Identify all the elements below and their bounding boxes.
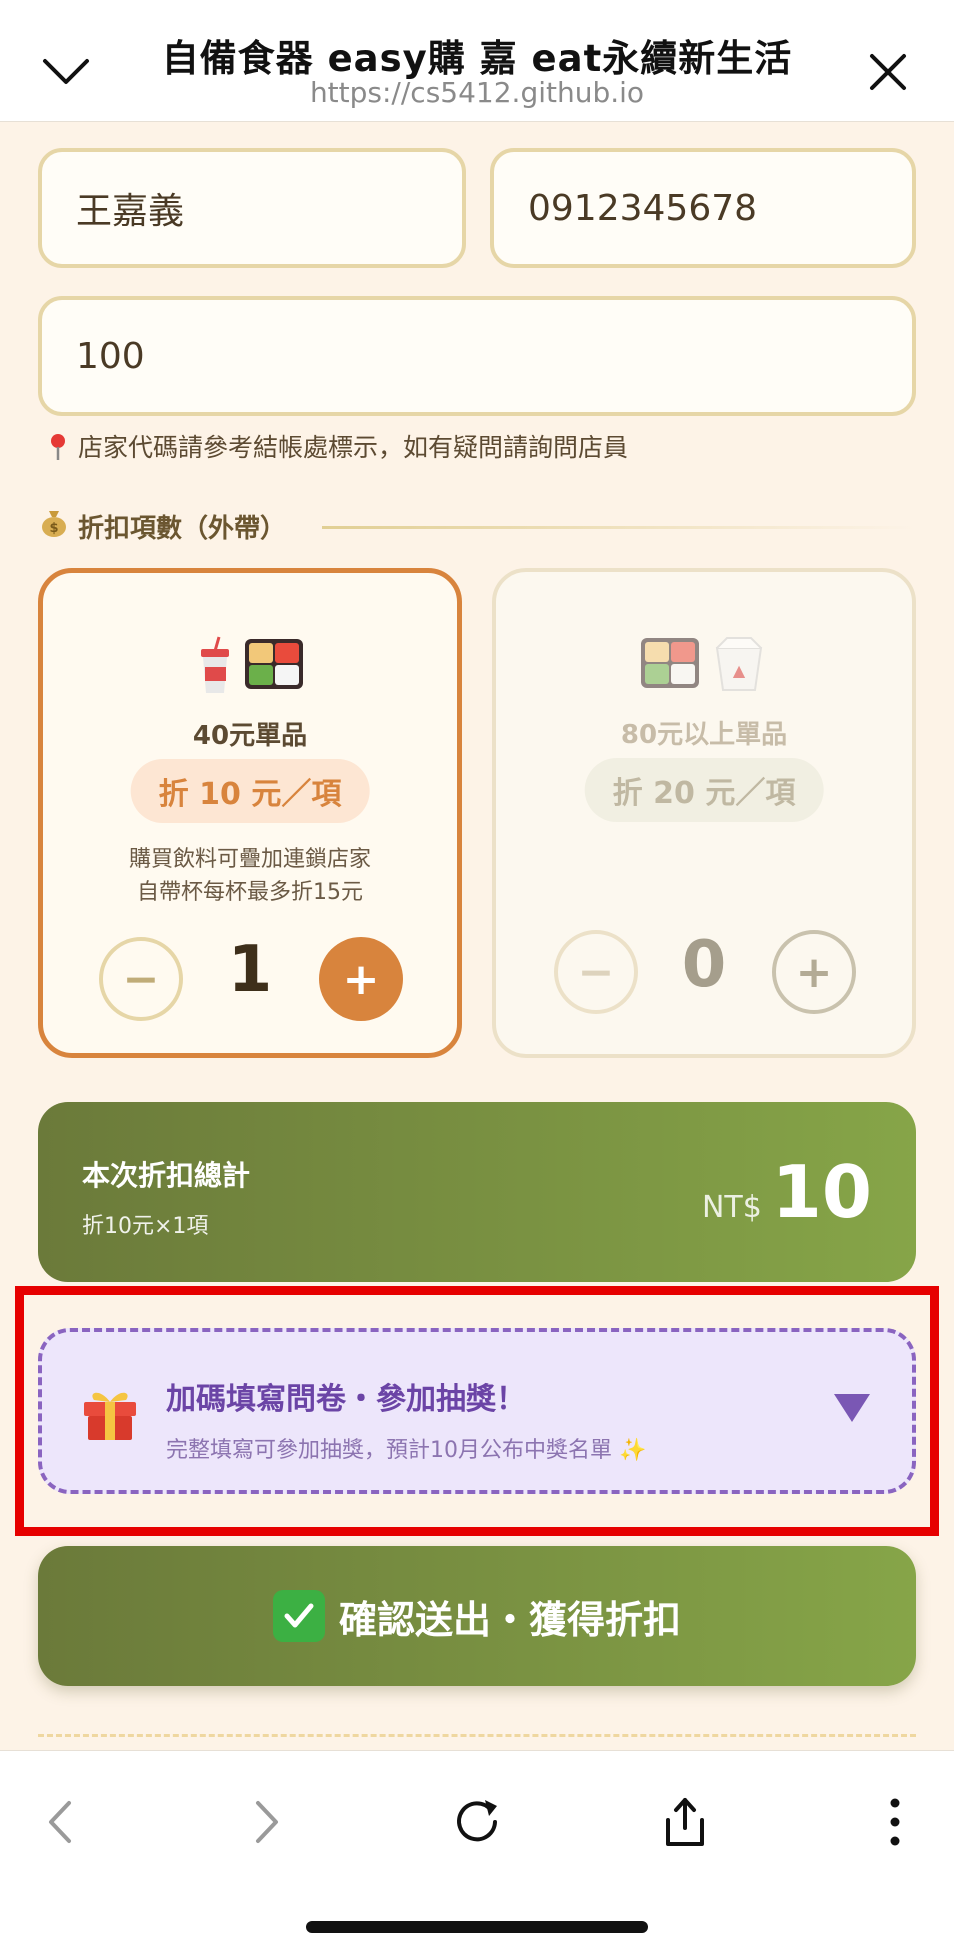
decrement-button[interactable]: − bbox=[99, 937, 183, 1021]
hint-text: 店家代碼請參考結帳處標示，如有疑問請詢問店員 bbox=[78, 433, 629, 462]
takeout-box-icon: ▲ bbox=[709, 634, 769, 698]
phone-field[interactable] bbox=[490, 148, 916, 268]
survey-toggle[interactable]: 加碼填寫問卷・參加抽獎！ 完整填寫可參加抽獎，預計10月公布中獎名單 ✨ bbox=[38, 1328, 916, 1494]
name-field[interactable] bbox=[38, 148, 466, 268]
page-url: https://cs5412.github.io bbox=[309, 76, 645, 109]
store-code-field[interactable] bbox=[38, 296, 916, 416]
total-label: 本次折扣總計 bbox=[82, 1159, 251, 1192]
card-icons bbox=[43, 635, 457, 699]
discount-badge: 折 20 元／項 bbox=[584, 758, 824, 822]
discount-badge: 折 10 元／項 bbox=[130, 759, 370, 823]
survey-title: 加碼填寫問卷・參加抽獎！ bbox=[166, 1382, 526, 1417]
discount-card-80[interactable]: ▲ 80元以上單品 折 20 元／項 − 0 + bbox=[492, 568, 916, 1058]
section-divider bbox=[322, 526, 914, 529]
drink-cup-icon bbox=[195, 635, 235, 699]
home-indicator bbox=[306, 1921, 648, 1933]
money-bag-icon: $ bbox=[40, 508, 68, 545]
page-title: 自備食器 easy購 嘉 eat永續新生活 bbox=[161, 37, 793, 80]
more-icon[interactable] bbox=[860, 1787, 930, 1857]
section-title-text: 折扣項數（外帶） bbox=[78, 514, 287, 544]
pin-icon bbox=[48, 433, 68, 460]
browser-toolbar bbox=[0, 1750, 954, 1949]
share-icon[interactable] bbox=[650, 1787, 720, 1857]
page-content: 店家代碼請參考結帳處標示，如有疑問請詢問店員 $ 折扣項數（外帶） 40元單品 … bbox=[0, 122, 954, 1750]
quantity-value: 1 bbox=[227, 933, 273, 1007]
browser-header: 自備食器 easy購 嘉 eat永續新生活 https://cs5412.git… bbox=[0, 0, 954, 122]
name-input[interactable] bbox=[42, 152, 462, 264]
footer-divider bbox=[38, 1734, 916, 1737]
total-amount: NT$ 10 bbox=[702, 1150, 872, 1234]
bento-box-icon bbox=[639, 634, 701, 698]
increment-button[interactable]: + bbox=[772, 930, 856, 1014]
total-breakdown: 折10元×1項 bbox=[82, 1214, 209, 1239]
store-code-hint: 店家代碼請參考結帳處標示，如有疑問請詢問店員 bbox=[48, 428, 628, 464]
quantity-value: 0 bbox=[681, 928, 727, 1002]
bento-box-icon bbox=[243, 635, 305, 699]
total-value: 10 bbox=[771, 1150, 872, 1234]
discount-section-title: $ 折扣項數（外帶） bbox=[40, 508, 286, 545]
increment-button[interactable]: + bbox=[319, 937, 403, 1021]
svg-text:$: $ bbox=[49, 521, 58, 536]
survey-subtitle: 完整填寫可參加抽獎，預計10月公布中獎名單 ✨ bbox=[166, 1438, 647, 1463]
submit-label: 確認送出・獲得折扣 bbox=[338, 1597, 681, 1642]
card-icons: ▲ bbox=[496, 634, 912, 698]
expand-arrow-icon[interactable] bbox=[834, 1394, 870, 1422]
currency-label: NT$ bbox=[701, 1190, 762, 1225]
svg-text:▲: ▲ bbox=[733, 661, 746, 680]
card-desc-line: 自帶杯每杯最多折15元 bbox=[137, 880, 363, 905]
back-icon[interactable] bbox=[25, 1787, 95, 1857]
decrement-button[interactable]: − bbox=[554, 930, 638, 1014]
submit-button[interactable]: 確認送出・獲得折扣 bbox=[38, 1546, 916, 1686]
check-icon bbox=[272, 1590, 325, 1642]
reload-icon[interactable] bbox=[442, 1787, 512, 1857]
phone-input[interactable] bbox=[494, 152, 912, 264]
store-code-input[interactable] bbox=[42, 300, 912, 412]
card-description: 購買飲料可疊加連鎖店家 自帶杯每杯最多折15元 bbox=[43, 843, 457, 909]
card-desc-line: 購買飲料可疊加連鎖店家 bbox=[128, 847, 371, 872]
discount-card-40[interactable]: 40元單品 折 10 元／項 購買飲料可疊加連鎖店家 自帶杯每杯最多折15元 −… bbox=[38, 568, 462, 1058]
discount-total-panel: 本次折扣總計 折10元×1項 NT$ 10 bbox=[38, 1102, 916, 1282]
close-icon[interactable] bbox=[858, 36, 918, 108]
forward-icon[interactable] bbox=[232, 1787, 302, 1857]
card-name: 80元以上單品 bbox=[620, 720, 788, 750]
gift-icon bbox=[80, 1384, 140, 1446]
card-name: 40元單品 bbox=[192, 721, 308, 751]
